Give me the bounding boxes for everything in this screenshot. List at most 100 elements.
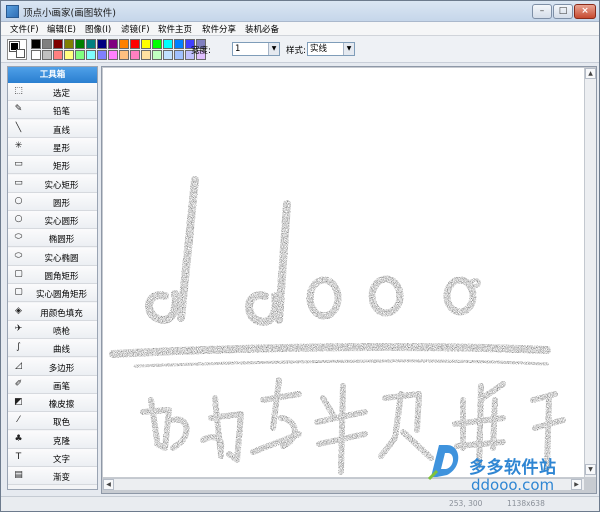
menu-bar: 文件(F) 编辑(E) 图像(I) 滤镜(F) 软件主页 软件分享 装机必备 bbox=[1, 22, 599, 36]
eyedropper-icon: ⁄ bbox=[17, 415, 20, 426]
palette-swatch[interactable] bbox=[86, 39, 96, 49]
palette-swatch[interactable] bbox=[97, 50, 107, 60]
palette-swatch[interactable] bbox=[64, 39, 74, 49]
minimize-button[interactable]: – bbox=[532, 4, 552, 19]
tool-filled-rounded-rect[interactable]: ▢ 实心圆角矩形 bbox=[8, 284, 97, 303]
palette-swatch[interactable] bbox=[163, 39, 173, 49]
palette-swatch[interactable] bbox=[86, 50, 96, 60]
menu-image[interactable]: 图像(I) bbox=[85, 23, 111, 35]
palette-swatch[interactable] bbox=[108, 39, 118, 49]
palette-swatch[interactable] bbox=[174, 39, 184, 49]
menu-share[interactable]: 软件分享 bbox=[202, 23, 236, 35]
filled-circle-icon: ○ bbox=[14, 214, 23, 225]
tool-label: 矩形 bbox=[52, 162, 70, 173]
tool-eyedropper[interactable]: ⁄ 取色 bbox=[8, 412, 97, 431]
watermark-url: ddooo.com bbox=[471, 476, 555, 494]
background-color[interactable] bbox=[16, 49, 25, 58]
palette-swatch[interactable] bbox=[141, 39, 151, 49]
tool-label: 圆角矩形 bbox=[44, 272, 79, 282]
palette-swatch[interactable] bbox=[53, 50, 63, 60]
tool-select-rect[interactable]: ⬚ 选定 bbox=[8, 83, 97, 101]
tool-brush[interactable]: ✐ 画笔 bbox=[8, 375, 97, 394]
tool-filled-ellipse[interactable]: ⬭ 实心椭圆 bbox=[8, 247, 97, 266]
tool-eraser[interactable]: ◩ 橡皮擦 bbox=[8, 394, 97, 413]
palette-swatch[interactable] bbox=[119, 39, 129, 49]
palette-swatch[interactable] bbox=[152, 39, 162, 49]
palette-swatch[interactable] bbox=[108, 50, 118, 60]
drawing-canvas[interactable] bbox=[103, 68, 584, 477]
gradient-icon: ▤ bbox=[14, 470, 23, 481]
tool-label: 文字 bbox=[52, 455, 70, 465]
tool-label: 曲线 bbox=[52, 345, 70, 356]
maximize-button[interactable]: □ bbox=[553, 4, 573, 19]
scroll-down-icon[interactable]: ▼ bbox=[585, 464, 596, 475]
scroll-left-icon[interactable]: ◀ bbox=[103, 479, 114, 490]
tool-filled-rectangle[interactable]: ▭ 实心矩形 bbox=[8, 174, 97, 193]
palette-swatch[interactable] bbox=[119, 50, 129, 60]
palette-swatch[interactable] bbox=[152, 50, 162, 60]
tool-gradient[interactable]: ▤ 渐变 bbox=[8, 467, 97, 486]
filled-rounded-rect-icon: ▢ bbox=[14, 287, 23, 298]
tool-line[interactable]: ╲ 直线 bbox=[8, 119, 97, 138]
tool-rounded-rect[interactable]: ▢ 圆角矩形 bbox=[8, 266, 97, 284]
menu-homepage[interactable]: 软件主页 bbox=[158, 23, 192, 35]
tool-text-tool[interactable]: T 文字 bbox=[8, 449, 97, 467]
menu-essentials[interactable]: 装机必备 bbox=[245, 23, 279, 35]
palette-swatch[interactable] bbox=[42, 39, 52, 49]
tool-clone-stamp[interactable]: ♣ 克隆 bbox=[8, 430, 97, 449]
palette-swatch[interactable] bbox=[31, 50, 41, 60]
pencil-icon: ✎ bbox=[14, 104, 23, 115]
tool-paint-bucket[interactable]: ◈ 用颜色填充 bbox=[8, 302, 97, 321]
palette-swatch[interactable] bbox=[53, 39, 63, 49]
toolbox-panel: 工具箱 ⬚ 选定 ✎ 铅笔 ╲ 直线 ✳ 星形 ▭ 矩形 ▭ 实心矩形 ○ 圆形 ○ 实心圆形 ⬭ 椭圆形 ⬭ 实心椭… bbox=[7, 66, 98, 490]
tool-label: 实心圆形 bbox=[44, 217, 79, 228]
tool-label: 选定 bbox=[52, 89, 70, 99]
palette-swatch[interactable] bbox=[130, 39, 140, 49]
tool-polygon[interactable]: ◿ 多边形 bbox=[8, 357, 97, 376]
filled-rectangle-icon: ▭ bbox=[14, 177, 23, 188]
scroll-up-icon[interactable]: ▲ bbox=[585, 68, 596, 79]
line-icon: ╲ bbox=[15, 122, 22, 133]
close-button[interactable]: × bbox=[574, 4, 596, 19]
tool-rectangle[interactable]: ▭ 矩形 bbox=[8, 156, 97, 175]
palette-swatch[interactable] bbox=[174, 50, 184, 60]
vertical-scrollbar[interactable]: ▲ ▼ bbox=[584, 68, 596, 477]
palette-swatch[interactable] bbox=[31, 39, 41, 49]
palette-swatch[interactable] bbox=[75, 50, 85, 60]
chevron-down-icon[interactable]: ▼ bbox=[343, 43, 354, 55]
canvas-drawing bbox=[109, 176, 566, 475]
palette-swatch[interactable] bbox=[64, 50, 74, 60]
watermark-brand: 多多软件站 bbox=[469, 458, 557, 478]
tool-ellipse[interactable]: ⬭ 椭圆形 bbox=[8, 229, 97, 248]
width-value: 1 bbox=[235, 44, 241, 54]
palette-swatch[interactable] bbox=[97, 39, 107, 49]
tool-curve[interactable]: ∫ 曲线 bbox=[8, 339, 97, 358]
app-icon bbox=[6, 5, 19, 18]
tool-label: 克隆 bbox=[52, 436, 70, 447]
width-select[interactable]: 1 ▼ bbox=[232, 42, 280, 56]
palette-swatch[interactable] bbox=[130, 50, 140, 60]
palette-swatch[interactable] bbox=[42, 50, 52, 60]
tool-filled-circle[interactable]: ○ 实心圆形 bbox=[8, 211, 97, 230]
curve-icon: ∫ bbox=[16, 342, 21, 353]
palette-swatch[interactable] bbox=[163, 50, 173, 60]
menu-edit[interactable]: 编辑(E) bbox=[47, 23, 76, 35]
style-select[interactable]: 实线 ▼ bbox=[307, 42, 355, 56]
tool-circle[interactable]: ○ 圆形 bbox=[8, 192, 97, 211]
polygon-icon: ◿ bbox=[15, 360, 22, 371]
scroll-right-icon[interactable]: ▶ bbox=[571, 479, 582, 490]
tool-label: 圆形 bbox=[52, 198, 70, 209]
tool-label: 实心椭圆 bbox=[44, 253, 79, 264]
palette-swatch[interactable] bbox=[75, 39, 85, 49]
menu-file[interactable]: 文件(F) bbox=[10, 23, 39, 35]
tool-star[interactable]: ✳ 星形 bbox=[8, 137, 97, 156]
chevron-down-icon[interactable]: ▼ bbox=[268, 43, 279, 55]
tool-airbrush[interactable]: ✈ 喷枪 bbox=[8, 320, 97, 339]
menu-filter[interactable]: 滤镜(F) bbox=[121, 23, 150, 35]
eraser-icon: ◩ bbox=[14, 397, 23, 408]
tool-label: 椭圆形 bbox=[48, 235, 75, 246]
palette-swatch[interactable] bbox=[141, 50, 151, 60]
tool-label: 喷枪 bbox=[52, 326, 70, 337]
tool-pencil[interactable]: ✎ 铅笔 bbox=[8, 101, 97, 120]
color-selector[interactable] bbox=[7, 39, 27, 60]
